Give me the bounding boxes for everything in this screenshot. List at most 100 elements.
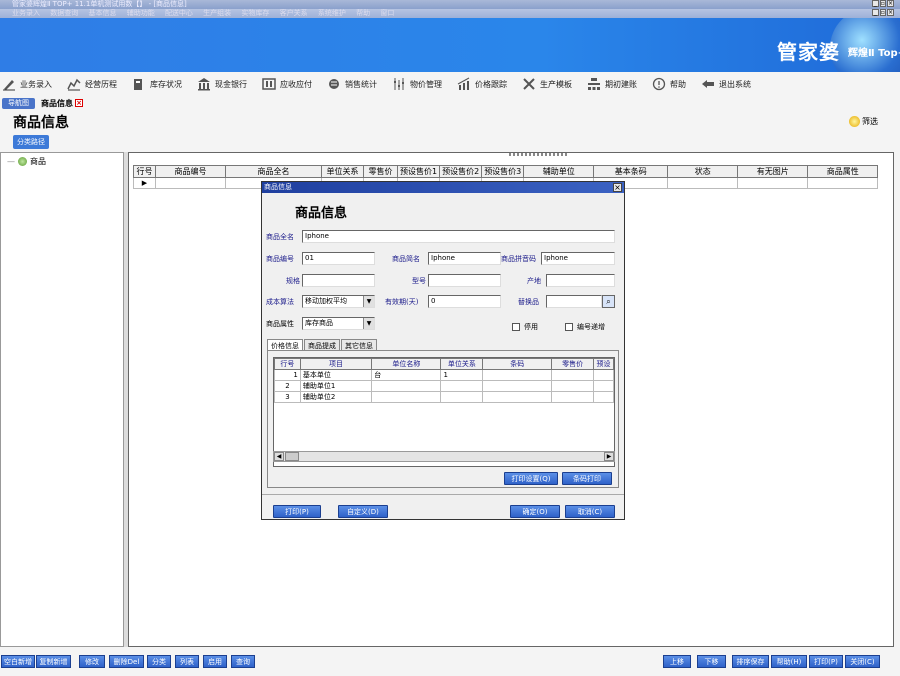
mdi-close-icon[interactable]: × — [887, 9, 894, 16]
table-row[interactable]: 3 辅助单位2 — [274, 391, 614, 403]
cell[interactable] — [592, 369, 614, 381]
menu-item-inventory[interactable]: 实物库存 — [241, 9, 269, 17]
menu-item-basic-info[interactable]: 基本信息 — [88, 9, 116, 17]
column-header-preset-price-1[interactable]: 预设售价1 — [396, 165, 441, 178]
chevron-down-icon[interactable]: ▼ — [363, 296, 374, 307]
table-row[interactable]: 2 辅助单位1 — [274, 380, 614, 392]
list-button[interactable]: 列表 — [175, 655, 199, 668]
menu-item-production[interactable]: 生产组装 — [203, 9, 231, 17]
dialog-title-bar[interactable]: 商品信息 × — [262, 182, 624, 193]
search-icon[interactable]: ⌕ — [602, 295, 615, 308]
cell[interactable]: 1 — [440, 369, 484, 381]
cell[interactable] — [371, 391, 442, 403]
save-order-button[interactable]: 排序保存 — [732, 655, 769, 668]
model-input[interactable] — [428, 274, 501, 287]
category-button[interactable]: 分类 — [147, 655, 171, 668]
tab-product-info[interactable]: 商品信息 × — [41, 98, 83, 109]
full-name-input[interactable]: Iphone — [302, 230, 615, 243]
toolbar-sales-button[interactable]: 销售统计 — [327, 77, 377, 91]
column-header-barcode[interactable]: 基本条码 — [593, 165, 669, 178]
column-header-unit-relation[interactable]: 单位关系 — [321, 165, 364, 178]
dialog-close-icon[interactable]: × — [613, 183, 622, 192]
toolbar-exit-button[interactable]: 退出系统 — [701, 77, 751, 91]
cell[interactable] — [592, 391, 614, 403]
column-header-preset-price-2[interactable]: 预设售价2 — [439, 165, 483, 178]
move-down-button[interactable]: 下移 — [697, 655, 726, 668]
valid-days-input[interactable]: 0 — [428, 295, 501, 308]
toolbar-opening-button[interactable]: 期初建账 — [587, 77, 637, 91]
grid-drag-handle[interactable] — [509, 153, 569, 156]
spec-input[interactable] — [302, 274, 375, 287]
column-header-status[interactable]: 状态 — [667, 165, 739, 178]
disabled-checkbox[interactable]: 停用 — [512, 322, 538, 332]
menu-item-crm[interactable]: 客户关系 — [280, 9, 308, 17]
cell[interactable] — [440, 380, 484, 392]
toolbar-history-button[interactable]: 经营历程 — [67, 77, 117, 91]
cell[interactable]: 基本单位 — [299, 369, 373, 381]
scroll-right-icon[interactable]: ▶ — [604, 452, 614, 461]
column-header-retail-price[interactable]: 零售价 — [363, 165, 398, 178]
filter-button[interactable]: 筛选 — [849, 116, 878, 127]
cell[interactable]: 辅助单位1 — [299, 380, 373, 392]
menu-item-distribution[interactable]: 配送中心 — [165, 9, 193, 17]
cell[interactable] — [551, 380, 594, 392]
column-header-barcode[interactable]: 条码 — [482, 358, 553, 370]
cell[interactable] — [482, 380, 553, 392]
column-header-preset-price-3[interactable]: 预设售价3 — [481, 165, 525, 178]
cell[interactable] — [551, 391, 594, 403]
toolbar-production-button[interactable]: 生产模板 — [522, 77, 572, 91]
attribute-select[interactable]: 库存商品 ▼ — [302, 317, 375, 330]
column-header-preset[interactable]: 预设 — [592, 358, 614, 370]
toolbar-cash-button[interactable]: 现金银行 — [197, 77, 247, 91]
restore-icon[interactable]: ▫ — [879, 0, 886, 7]
chevron-down-icon[interactable]: ▼ — [363, 318, 374, 329]
print-settings-button[interactable]: 打印设置(Q) — [504, 472, 558, 485]
toolbar-price-button[interactable]: 物价管理 — [392, 77, 442, 91]
menu-item-business[interactable]: 业务录入 — [12, 9, 40, 17]
barcode-print-button[interactable]: 条码打印 — [562, 472, 612, 485]
cell[interactable]: 台 — [371, 369, 442, 381]
query-button[interactable]: 查询 — [231, 655, 255, 668]
substitute-input[interactable] — [546, 295, 602, 308]
category-path-button[interactable]: 分类路径 — [13, 135, 49, 149]
menu-item-window[interactable]: 窗口 — [380, 9, 394, 17]
cell[interactable] — [440, 391, 484, 403]
tree-node-root[interactable]: — 商品 — [7, 156, 123, 167]
minimize-icon[interactable]: _ — [872, 0, 879, 7]
move-up-button[interactable]: 上移 — [663, 655, 691, 668]
column-header-row-no[interactable]: 行号 — [274, 358, 301, 370]
column-header-unit-name[interactable]: 单位名称 — [371, 358, 442, 370]
copy-new-button[interactable]: 复制新增 — [36, 655, 71, 668]
tab-navigation[interactable]: 导航图 — [2, 97, 35, 109]
column-header-code[interactable]: 商品编号 — [155, 165, 226, 178]
pinyin-input[interactable]: Iphone — [541, 252, 615, 265]
cell[interactable] — [551, 369, 594, 381]
delete-button[interactable]: 删除Del — [109, 655, 144, 668]
column-header-item[interactable]: 项目 — [299, 358, 373, 370]
auto-number-checkbox[interactable]: 编号递增 — [565, 322, 605, 332]
close-icon[interactable]: × — [887, 0, 894, 7]
cell[interactable]: 辅助单位2 — [299, 391, 373, 403]
menu-item-help[interactable]: 帮助 — [356, 9, 370, 17]
cell[interactable] — [482, 391, 553, 403]
column-header-retail-price[interactable]: 零售价 — [551, 358, 594, 370]
column-header-attribute[interactable]: 商品属性 — [807, 165, 879, 178]
cell[interactable] — [592, 380, 614, 392]
help-button[interactable]: 帮助(H) — [771, 655, 807, 668]
mdi-minimize-icon[interactable]: _ — [872, 9, 879, 16]
menu-item-query[interactable]: 数据查询 — [50, 9, 78, 17]
toolbar-help-button[interactable]: 帮助 — [652, 77, 686, 91]
column-header-aux-unit[interactable]: 辅助单位 — [523, 165, 595, 178]
print-button[interactable]: 打印(P) — [273, 505, 321, 518]
cancel-button[interactable]: 取消(C) — [565, 505, 615, 518]
toolbar-stock-button[interactable]: 库存状况 — [132, 77, 182, 91]
scroll-left-icon[interactable]: ◀ — [274, 452, 284, 461]
checkbox-box[interactable] — [512, 323, 520, 331]
close-button[interactable]: 关闭(C) — [845, 655, 880, 668]
toolbar-price-track-button[interactable]: 价格跟踪 — [457, 77, 507, 91]
custom-button[interactable]: 自定义(D) — [338, 505, 388, 518]
tab-close-icon[interactable]: × — [75, 99, 83, 107]
toolbar-receivable-button[interactable]: 应收应付 — [262, 77, 312, 91]
blank-new-button[interactable]: 空白新增 — [1, 655, 35, 668]
horizontal-scrollbar[interactable]: ◀ ▶ — [273, 451, 615, 462]
